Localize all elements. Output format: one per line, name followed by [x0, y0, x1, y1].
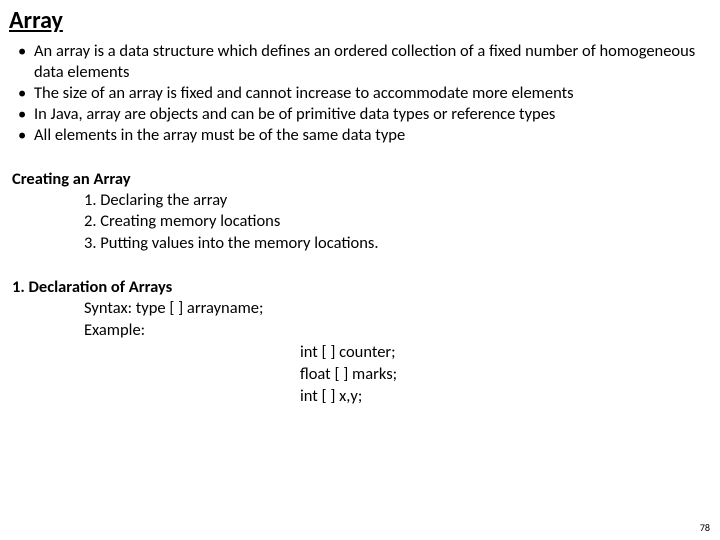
- declaration-heading: 1. Declaration of Arrays: [12, 277, 708, 297]
- list-item: An array is a data structure which defin…: [18, 41, 708, 83]
- page-title: Array: [9, 6, 708, 35]
- list-item: 1. Declaring the array: [84, 190, 708, 212]
- list-item: The size of an array is fixed and cannot…: [18, 83, 708, 104]
- syntax-line: Syntax: type [ ] arrayname;: [84, 298, 708, 320]
- bullet-list: An array is a data structure which defin…: [18, 41, 708, 147]
- list-item: 3. Putting values into the memory locati…: [84, 233, 708, 255]
- creating-heading: Creating an Array: [12, 169, 708, 189]
- example-list: int [ ] counter; float [ ] marks; int [ …: [300, 342, 708, 407]
- list-item: float [ ] marks;: [300, 364, 708, 386]
- list-item: int [ ] counter;: [300, 342, 708, 364]
- syntax-block: Syntax: type [ ] arrayname; Example:: [84, 298, 708, 342]
- example-label: Example:: [84, 320, 708, 342]
- list-item: 2. Creating memory locations: [84, 211, 708, 233]
- creating-steps: 1. Declaring the array 2. Creating memor…: [84, 190, 708, 255]
- list-item: In Java, array are objects and can be of…: [18, 104, 708, 125]
- list-item: int [ ] x,y;: [300, 386, 708, 408]
- page-number: 78: [700, 521, 710, 534]
- list-item: All elements in the array must be of the…: [18, 125, 708, 146]
